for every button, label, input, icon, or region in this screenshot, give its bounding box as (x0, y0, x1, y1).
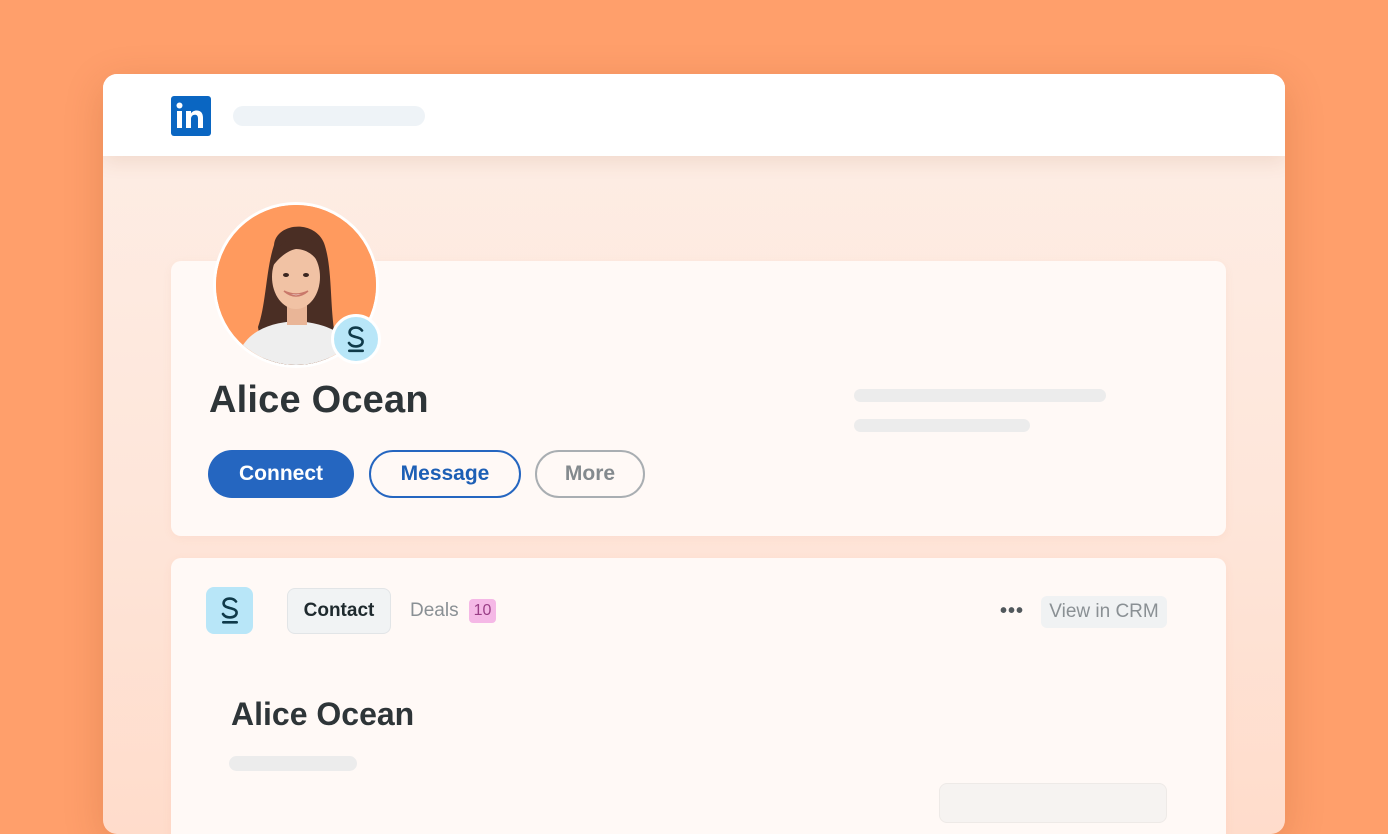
crm-contact-name: Alice Ocean (231, 696, 415, 732)
s-brand-badge-icon (331, 314, 381, 364)
s-brand-logo-icon (206, 587, 253, 634)
crm-panel: Contact Deals 10 ••• View in CRM Alice O… (171, 558, 1226, 834)
deals-count-badge: 10 (468, 599, 497, 623)
contact-detail-placeholder (229, 756, 357, 771)
linkedin-topbar (103, 74, 1285, 156)
search-bar-placeholder[interactable] (233, 106, 425, 126)
profile-avatar[interactable] (213, 202, 381, 368)
subheadline-placeholder (854, 419, 1030, 432)
ellipsis-icon[interactable]: ••• (997, 596, 1027, 626)
tab-contact[interactable]: Contact (287, 588, 391, 634)
message-button[interactable]: Message (369, 450, 521, 498)
more-button[interactable]: More (535, 450, 645, 498)
connect-button[interactable]: Connect (208, 450, 354, 498)
profile-name: Alice Ocean (209, 379, 429, 421)
tab-deals[interactable]: Deals 10 (410, 598, 497, 624)
crm-field-placeholder[interactable] (939, 783, 1167, 823)
browser-window: Alice Ocean Connect Message More Contact… (103, 74, 1285, 834)
view-in-crm-button[interactable]: View in CRM (1041, 596, 1167, 628)
headline-placeholder (854, 389, 1106, 402)
tab-deals-label: Deals (410, 600, 459, 621)
linkedin-logo-icon[interactable] (171, 96, 211, 136)
